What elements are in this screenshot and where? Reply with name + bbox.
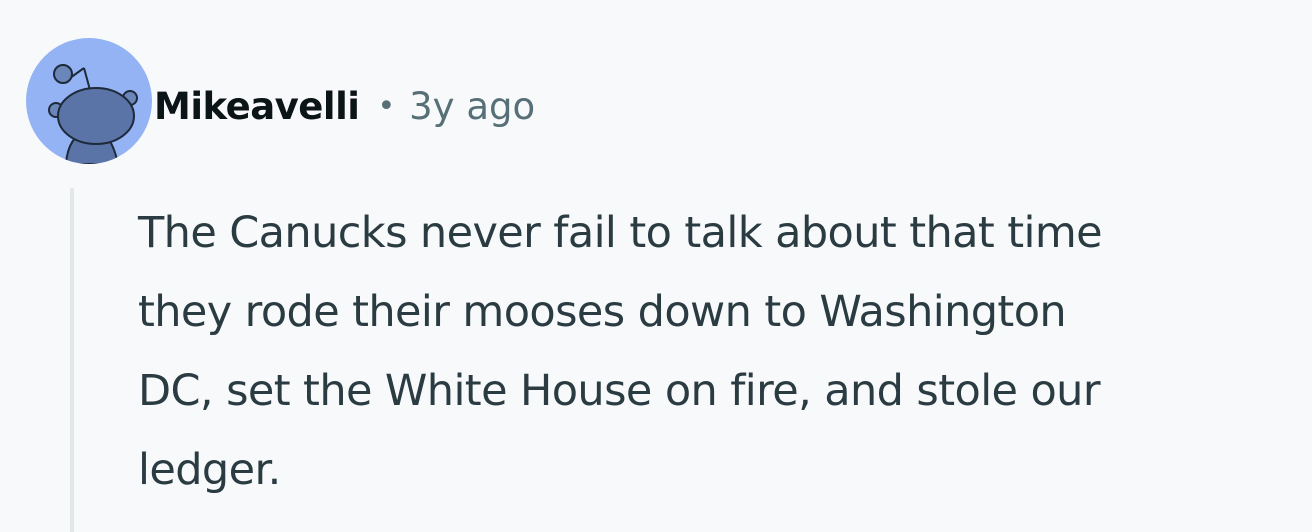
thread-line[interactable] (70, 188, 74, 532)
author-name[interactable]: Mikeavelli (154, 85, 360, 128)
comment-body-line: they rode their mooses down to Washingto… (138, 287, 1067, 337)
snoo-avatar-icon (48, 64, 138, 164)
comment-body-line: ledger. (138, 445, 281, 495)
avatar[interactable] (26, 38, 152, 164)
comment: Mikeavelli • 3y ago The Canucks never fa… (0, 0, 1312, 532)
timestamp[interactable]: 3y ago (409, 85, 535, 128)
comment-body-line: DC, set the White House on fire, and sto… (138, 366, 1101, 416)
separator-dot: • (377, 88, 396, 124)
comment-body: The Canucks never fail to talk about tha… (138, 194, 1298, 510)
comment-meta: Mikeavelli • 3y ago (154, 78, 535, 134)
comment-body-line: The Canucks never fail to talk about tha… (138, 208, 1103, 258)
